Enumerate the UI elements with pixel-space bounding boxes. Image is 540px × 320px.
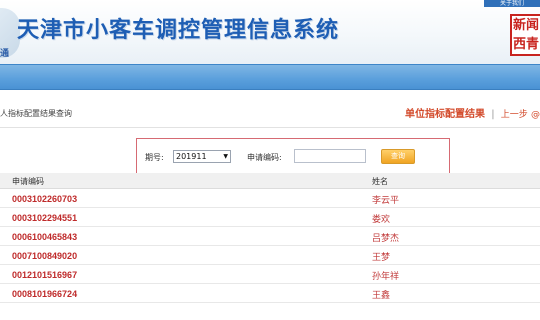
row-name: 娄欢 — [372, 215, 391, 225]
search-panel: 期号: 201911 ▼ 申请编码: 查询 — [136, 138, 450, 174]
apply-code-input[interactable] — [294, 149, 366, 163]
unit-result-link[interactable]: 单位指标配置结果 — [405, 109, 485, 120]
row-name: 孙年祥 — [372, 272, 400, 282]
apply-code-label: 申请编码: — [247, 153, 282, 162]
row-name: 吕梦杰 — [372, 234, 400, 244]
back-link[interactable]: 上一步 — [501, 110, 528, 120]
table-row: 0006100465843 吕梦杰 — [0, 227, 540, 246]
header-banner: 通 天津市小客车调控管理信息系统 关于我们 新闻西青 — [0, 0, 540, 64]
table-row: 0008101966724 王鑫 — [0, 284, 540, 303]
chevron-down-icon: ▼ — [223, 153, 228, 160]
row-code: 0012101516967 — [12, 270, 78, 280]
section-actions: 单位指标配置结果 | 上一步 @ — [405, 105, 540, 120]
emblem: 新闻西青 — [510, 14, 540, 56]
logo-text: 通 — [0, 49, 10, 59]
nav-bar — [0, 64, 540, 90]
row-name: 王鑫 — [372, 291, 391, 301]
header-name: 姓名 — [372, 177, 388, 186]
row-code: 0008101966724 — [12, 289, 78, 299]
row-name: 李云平 — [372, 196, 400, 206]
section-title: 人指标配置结果查询 — [0, 109, 72, 118]
period-value: 201911 — [176, 152, 207, 161]
period-select[interactable]: 201911 ▼ — [173, 150, 231, 163]
results-table: 申请编码 姓名 0003102260703 李云平 0003102294551 … — [0, 173, 540, 303]
row-code: 0003102294551 — [12, 213, 78, 223]
row-code: 0003102260703 — [12, 194, 78, 204]
page-title: 天津市小客车调控管理信息系统 — [17, 18, 340, 43]
row-name: 王梦 — [372, 253, 391, 263]
separator: | — [491, 109, 495, 120]
header-code: 申请编码 — [12, 177, 44, 186]
extra-symbol: @ — [531, 110, 540, 120]
section-header: 人指标配置结果查询 单位指标配置结果 | 上一步 @ — [0, 100, 540, 128]
about-link[interactable]: 关于我们 — [484, 0, 540, 7]
row-code: 0007100849020 — [12, 251, 78, 261]
table-row: 0007100849020 王梦 — [0, 246, 540, 265]
table-row: 0003102260703 李云平 — [0, 189, 540, 208]
query-button[interactable]: 查询 — [381, 149, 415, 164]
table-row: 0012101516967 孙年祥 — [0, 265, 540, 284]
divider — [0, 127, 540, 128]
table-header: 申请编码 姓名 — [0, 173, 540, 189]
row-code: 0006100465843 — [12, 232, 78, 242]
period-label: 期号: — [145, 153, 164, 162]
table-row: 0003102294551 娄欢 — [0, 208, 540, 227]
